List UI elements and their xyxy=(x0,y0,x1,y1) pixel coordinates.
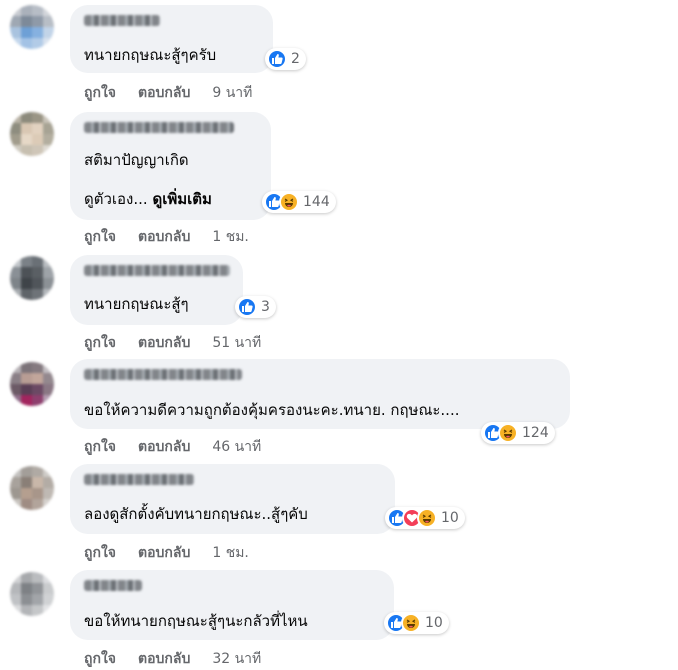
comment-bubble: ลองดูสักตั้งคับทนายกฤษณะ..สู้ๆคับ xyxy=(70,464,395,534)
comment-actions: ถูกใจ ตอบกลับ 51 นาที xyxy=(84,332,261,354)
avatar[interactable] xyxy=(10,362,54,406)
like-action-button[interactable]: ถูกใจ xyxy=(84,542,116,564)
comment-bubble: ทนายกฤษณะสู้ๆครับ xyxy=(70,5,273,73)
avatar[interactable] xyxy=(10,256,54,300)
comment-text: ขอให้ทนายกฤษณะสู้ๆนะกลัวที่ไหน xyxy=(84,612,308,630)
reaction-count: 2 xyxy=(291,51,300,67)
haha-icon xyxy=(417,508,437,528)
reply-button[interactable]: ตอบกลับ xyxy=(138,332,190,354)
avatar[interactable] xyxy=(10,572,54,616)
reply-button[interactable]: ตอบกลับ xyxy=(138,542,190,564)
reaction-count: 10 xyxy=(425,615,443,631)
reaction-summary[interactable]: 10 xyxy=(384,612,449,634)
author-name[interactable] xyxy=(84,265,230,276)
like-action-button[interactable]: ถูกใจ xyxy=(84,332,116,354)
reaction-count: 3 xyxy=(261,299,270,315)
comment-bubble: สติมาปัญญาเกิด ดูตัวเอง... ดูเพิ่มเติม xyxy=(70,112,271,220)
comment-actions: ถูกใจ ตอบกลับ 1 ชม. xyxy=(84,542,249,564)
see-more-link[interactable]: ดูเพิ่มเติม xyxy=(152,190,211,208)
haha-icon xyxy=(401,613,421,633)
like-action-button[interactable]: ถูกใจ xyxy=(84,436,116,458)
comment-text: ทนายกฤษณะสู้ๆ xyxy=(84,295,189,313)
avatar[interactable] xyxy=(10,5,54,49)
comment-timestamp[interactable]: 1 ชม. xyxy=(212,226,249,248)
like-icon xyxy=(237,297,257,317)
reply-button[interactable]: ตอบกลับ xyxy=(138,648,190,670)
like-action-button[interactable]: ถูกใจ xyxy=(84,226,116,248)
reply-button[interactable]: ตอบกลับ xyxy=(138,82,190,104)
reaction-count: 144 xyxy=(303,194,330,210)
avatar[interactable] xyxy=(10,112,54,156)
author-name[interactable] xyxy=(84,122,234,133)
avatar[interactable] xyxy=(10,466,54,510)
comment-bubble: ขอให้ทนายกฤษณะสู้ๆนะกลัวที่ไหน xyxy=(70,570,394,640)
author-name[interactable] xyxy=(84,474,194,485)
like-action-button[interactable]: ถูกใจ xyxy=(84,82,116,104)
haha-icon xyxy=(279,192,299,212)
comment-timestamp[interactable]: 46 นาที xyxy=(212,436,261,458)
reply-button[interactable]: ตอบกลับ xyxy=(138,226,190,248)
like-icon xyxy=(267,49,287,69)
comment-text: ลองดูสักตั้งคับทนายกฤษณะ..สู้ๆคับ xyxy=(84,505,308,523)
comment-text: สติมาปัญญาเกิด xyxy=(84,151,189,169)
author-name[interactable] xyxy=(84,15,160,26)
comment-text-preview: ดูตัวเอง... xyxy=(84,190,148,208)
comment-timestamp[interactable]: 51 นาที xyxy=(212,332,261,354)
reaction-summary[interactable]: 124 xyxy=(481,422,555,444)
reaction-count: 124 xyxy=(522,425,549,441)
author-name[interactable] xyxy=(84,369,242,380)
comment-actions: ถูกใจ ตอบกลับ 9 นาที xyxy=(84,82,252,104)
comment-timestamp[interactable]: 1 ชม. xyxy=(212,542,249,564)
author-name[interactable] xyxy=(84,580,142,591)
haha-icon xyxy=(498,423,518,443)
like-action-button[interactable]: ถูกใจ xyxy=(84,648,116,670)
comment-timestamp[interactable]: 9 นาที xyxy=(212,82,252,104)
reaction-summary[interactable]: 2 xyxy=(265,48,306,70)
reply-button[interactable]: ตอบกลับ xyxy=(138,436,190,458)
comment-bubble: ขอให้ความดีความถูกต้องคุ้มครองนะคะ.ทนาย.… xyxy=(70,359,570,429)
comment-text: ทนายกฤษณะสู้ๆครับ xyxy=(84,46,217,64)
comment-bubble: ทนายกฤษณะสู้ๆ xyxy=(70,255,243,325)
comment-actions: ถูกใจ ตอบกลับ 46 นาที xyxy=(84,436,261,458)
comment-text-truncated: ดูตัวเอง... ดูเพิ่มเติม xyxy=(84,189,212,209)
reaction-summary[interactable]: 10 xyxy=(385,507,465,529)
reaction-summary[interactable]: 3 xyxy=(235,296,276,318)
comment-actions: ถูกใจ ตอบกลับ 32 นาที xyxy=(84,648,261,670)
reaction-summary[interactable]: 144 xyxy=(262,191,336,213)
reaction-count: 10 xyxy=(441,510,459,526)
comment-actions: ถูกใจ ตอบกลับ 1 ชม. xyxy=(84,226,249,248)
comment-text: ขอให้ความดีความถูกต้องคุ้มครองนะคะ.ทนาย.… xyxy=(84,401,460,419)
comment-timestamp[interactable]: 32 นาที xyxy=(212,648,261,670)
